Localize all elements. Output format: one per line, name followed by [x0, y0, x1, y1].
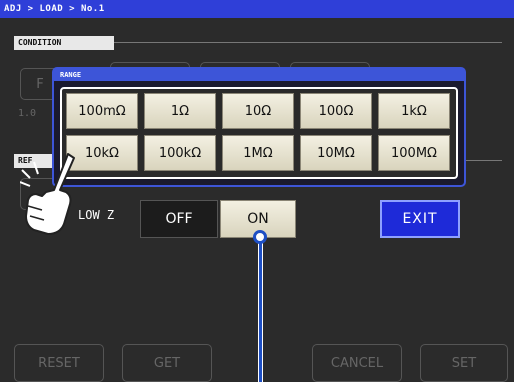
low-z-off-button[interactable]: OFF	[140, 200, 218, 238]
cancel-button: CANCEL	[312, 344, 402, 382]
range-button-100ohm[interactable]: 100Ω	[300, 93, 372, 129]
range-button-10ohm[interactable]: 10Ω	[222, 93, 294, 129]
low-z-label: LOW Z	[78, 208, 115, 222]
cancel-label: CANCEL	[330, 355, 384, 371]
bg-value-text: 1.0	[18, 108, 37, 119]
range-button-1kohm[interactable]: 1kΩ	[378, 93, 450, 129]
range-button-1mohm[interactable]: 1MΩ	[222, 135, 294, 171]
bg-function-label: F	[36, 76, 44, 92]
range-dialog: RANGE 100mΩ 1Ω 10Ω 100Ω 1kΩ 10kΩ 100kΩ 1…	[52, 67, 466, 187]
reset-button: RESET	[14, 344, 104, 382]
callout-line	[258, 243, 263, 382]
range-button-100mohm[interactable]: 100mΩ	[66, 93, 138, 129]
get-label: GET	[153, 355, 181, 371]
range-button-10mohm[interactable]: 10MΩ	[300, 135, 372, 171]
condition-divider	[114, 42, 502, 43]
callout-marker	[253, 230, 267, 244]
screen: ADJ > LOAD > No.1 CONDITION F 1.0 REF RA…	[0, 0, 514, 382]
exit-button[interactable]: EXIT	[380, 200, 460, 238]
reset-label: RESET	[38, 355, 80, 371]
range-title: RANGE	[54, 69, 464, 81]
set-button: SET	[420, 344, 508, 382]
condition-tab: CONDITION	[14, 36, 114, 50]
set-label: SET	[451, 355, 477, 371]
range-button-grid: 100mΩ 1Ω 10Ω 100Ω 1kΩ 10kΩ 100kΩ 1MΩ 10M…	[60, 87, 458, 179]
pointing-hand-icon	[20, 153, 75, 235]
range-button-100mohm-mega[interactable]: 100MΩ	[378, 135, 450, 171]
range-button-100kohm[interactable]: 100kΩ	[144, 135, 216, 171]
range-button-1ohm[interactable]: 1Ω	[144, 93, 216, 129]
get-button: GET	[122, 344, 212, 382]
ref-divider	[466, 160, 502, 161]
breadcrumb: ADJ > LOAD > No.1	[0, 0, 514, 18]
